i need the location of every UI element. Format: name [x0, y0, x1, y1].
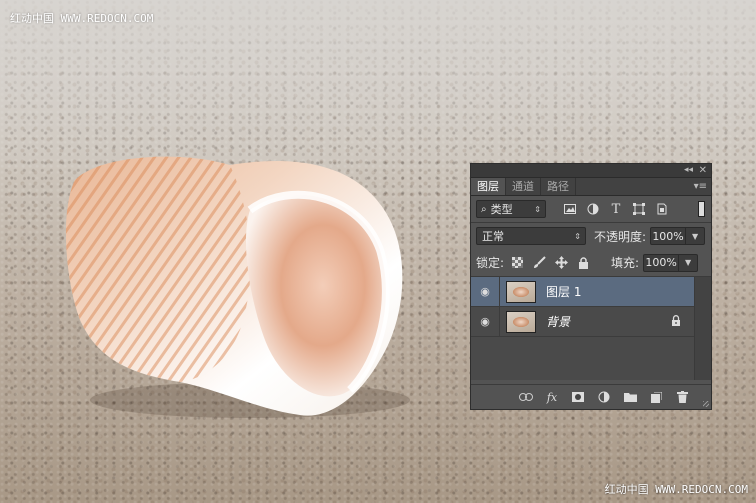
filter-type-select[interactable]: ⌕ 类型 ⇕	[476, 200, 546, 218]
panel-tabs: 图层 通道 路径 ▾≡	[471, 178, 711, 196]
opacity-label: 不透明度:	[594, 229, 647, 244]
blend-mode-value: 正常	[482, 230, 504, 243]
tab-channels[interactable]: 通道	[506, 178, 541, 195]
lock-position-move-icon[interactable]	[554, 256, 568, 270]
mask-icon[interactable]	[571, 390, 585, 404]
image-filter-icon[interactable]	[563, 202, 577, 216]
eye-icon[interactable]: ◉	[473, 285, 497, 298]
layer-thumbnail	[506, 280, 536, 303]
opacity-value[interactable]: 100%	[651, 230, 685, 243]
lock-row: 锁定: 填充: 100% ▼	[471, 249, 711, 276]
search-icon: ⌕	[481, 203, 487, 215]
type-filter-icon[interactable]: T	[609, 202, 623, 217]
adjustment-icon[interactable]	[597, 390, 611, 404]
new-layer-icon[interactable]	[649, 390, 663, 404]
lock-icon[interactable]	[671, 315, 681, 329]
smart-object-filter-icon[interactable]	[655, 202, 669, 216]
link-icon[interactable]	[519, 390, 533, 404]
filter-type-value: 类型	[490, 203, 513, 216]
tab-layers[interactable]: 图层	[471, 178, 506, 195]
layer-row-background[interactable]: ◉ 背景	[471, 307, 711, 337]
lock-transparency-icon[interactable]	[510, 256, 524, 270]
seashell-photo	[65, 156, 410, 418]
layers-panel: ◂◂ ✕ 图层 通道 路径 ▾≡ ⌕ 类型 ⇕ T 正常 ⇕ 不透明度: 100…	[470, 163, 712, 410]
close-icon[interactable]: ✕	[699, 164, 707, 177]
lock-label: 锁定:	[476, 256, 505, 270]
visibility-toggle[interactable]: ◉	[471, 307, 500, 336]
fill-field[interactable]: 100% ▼	[643, 253, 699, 272]
fill-label: 填充:	[611, 256, 640, 270]
collapse-icon[interactable]: ◂◂	[684, 164, 693, 177]
watermark-bottom: 红动中国 WWW.REDOCN.COM	[604, 483, 748, 496]
panel-menu-icon[interactable]: ▾≡	[694, 178, 707, 195]
lock-pixels-brush-icon[interactable]	[532, 256, 546, 270]
eye-icon[interactable]: ◉	[473, 315, 497, 328]
opacity-field[interactable]: 100% ▼	[650, 227, 706, 245]
blend-row: 正常 ⇕ 不透明度: 100% ▼	[471, 223, 711, 249]
fx-icon[interactable]: fx	[545, 390, 559, 404]
resize-grip[interactable]	[703, 401, 709, 407]
panel-bottom-toolbar: fx	[471, 384, 711, 409]
updown-arrow-icon: ⇕	[574, 231, 581, 241]
tab-paths[interactable]: 路径	[541, 178, 576, 195]
lock-all-icon[interactable]	[576, 256, 590, 270]
group-folder-icon[interactable]	[623, 390, 637, 404]
visibility-toggle[interactable]: ◉	[471, 277, 500, 306]
layer-row-layer1[interactable]: ◉ 图层 1	[471, 277, 711, 307]
watermark-top: 红动中国 WWW.REDOCN.COM	[10, 12, 154, 25]
filter-row: ⌕ 类型 ⇕ T	[471, 196, 711, 222]
blend-mode-select[interactable]: 正常 ⇕	[476, 227, 586, 245]
chevron-down-icon[interactable]: ▼	[678, 254, 697, 271]
layer-name[interactable]: 背景	[546, 313, 570, 330]
layers-scrollbar[interactable]	[694, 277, 711, 380]
trash-icon[interactable]	[675, 390, 689, 404]
panel-titlebar: ◂◂ ✕	[471, 164, 711, 178]
layers-list: ◉ 图层 1 ◉ 背景	[471, 276, 711, 380]
filter-toggle-switch[interactable]	[698, 201, 705, 217]
layer-name[interactable]: 图层 1	[546, 283, 581, 300]
fill-value[interactable]: 100%	[644, 256, 678, 269]
shape-filter-icon[interactable]	[632, 202, 646, 216]
adjustment-filter-icon[interactable]	[586, 202, 600, 216]
chevron-down-icon[interactable]: ▼	[685, 228, 704, 244]
layer-thumbnail	[506, 310, 536, 333]
updown-arrow-icon: ⇕	[534, 204, 541, 214]
